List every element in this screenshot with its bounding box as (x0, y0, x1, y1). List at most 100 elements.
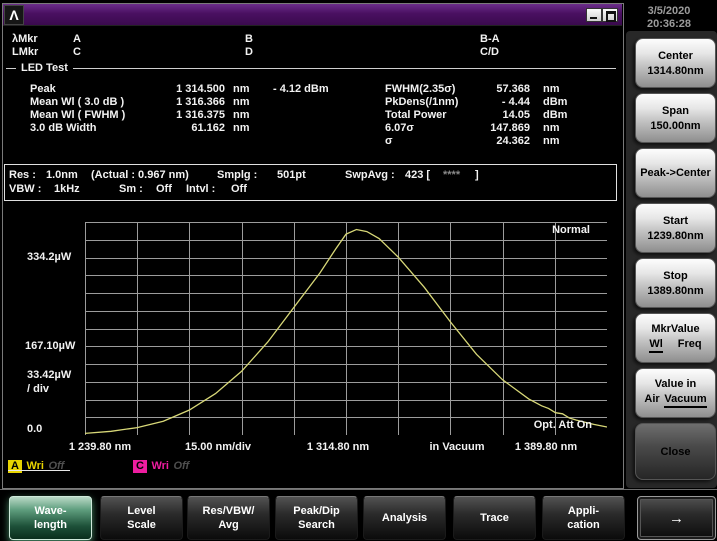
softkey-label: Center (636, 50, 715, 62)
wavelength-marker-row-label: λMkr (12, 33, 38, 45)
measurement-value: 147.869 (445, 122, 530, 134)
marker-cd-label: C/D (480, 46, 499, 58)
softkey-toggle-row: Wl Freq (636, 338, 715, 353)
marker-b-label[interactable]: B (245, 33, 253, 45)
menu-trace-button[interactable]: Trace (453, 496, 536, 540)
measurement-unit: nm (543, 83, 560, 95)
swpavg-label: SwpAvg : (345, 169, 395, 181)
anritsu-logo-icon: Λ (4, 5, 24, 25)
marker-a-label[interactable]: A (73, 33, 81, 45)
measurement-unit: nm (233, 96, 250, 108)
softkey-toggle-row: Air Vacuum (636, 393, 715, 408)
trace-a-badge: A (8, 460, 22, 473)
marker-c-label[interactable]: C (73, 46, 81, 58)
trace-c-mode: Wri (151, 460, 169, 472)
menu-analysis-button[interactable]: Analysis (363, 496, 446, 540)
measurement-value: 1 316.366 (125, 96, 225, 108)
menu-button-label2: Search (276, 519, 357, 531)
measurement-row: FWHM(2.35σ)57.368nm (385, 83, 620, 96)
swpavg-bracket: ] (475, 169, 479, 181)
measurement-label: 3.0 dB Width (30, 122, 97, 134)
measurement-row: Peak1 314.500nm- 4.12 dBm (30, 83, 390, 96)
mkr-value-button[interactable]: MkrValue Wl Freq (635, 313, 716, 363)
menu-button-label2: Scale (101, 519, 182, 531)
measurement-label: Mean Wl ( FWHM ) (30, 109, 125, 121)
measurement-row: Total Power14.05 dBm (385, 109, 620, 122)
measurement-row: 6.07σ147.869nm (385, 122, 620, 135)
start-button[interactable]: Start1239.80nm (635, 203, 716, 253)
res-label: Res : (9, 169, 36, 181)
measurement-value: 14.05 (445, 109, 530, 121)
next-menu-arrow-icon: → (638, 510, 715, 527)
menu-button-label: Appli- (543, 505, 624, 517)
smplg-value: 501pt (277, 169, 306, 181)
menu-wavelength-button[interactable]: Wave-length (9, 496, 92, 540)
x-axis-label-start: 1 239.80 nm (69, 441, 131, 453)
menu-button-label: Res/VBW/ (188, 505, 269, 517)
menu-button-label: Trace (454, 512, 535, 524)
y-axis-label-zero: 0.0 (27, 423, 42, 435)
measurement-value: 61.162 (125, 122, 225, 134)
title-bar (3, 4, 622, 26)
measurement-unit: nm (233, 83, 250, 95)
trace-c-status[interactable]: C Wri Off (133, 456, 189, 474)
stop-button[interactable]: Stop1389.80nm (635, 258, 716, 308)
intvl-value: Off (231, 183, 247, 195)
measurement-label: σ (385, 135, 393, 147)
swpavg-progress: **** (443, 169, 460, 181)
center-button[interactable]: Center1314.80nm (635, 38, 716, 88)
softkey-value: 1389.80nm (636, 285, 715, 297)
value-in-button[interactable]: Value in Air Vacuum (635, 368, 716, 418)
datetime-display: 3/5/2020 20:36:28 (628, 5, 710, 31)
measurement-row: Mean Wl ( FWHM )1 316.375 nm (30, 109, 390, 122)
date-label: 3/5/2020 (628, 5, 710, 18)
trace-a-status[interactable]: A Wri Off (8, 456, 64, 474)
measurement-label: Total Power (385, 109, 447, 121)
section-divider-line (6, 68, 616, 69)
measurement-row: 3.0 dB Width61.162nm (30, 122, 390, 135)
measurement-value: 1 316.375 (125, 109, 225, 121)
softkey-label: MkrValue (636, 323, 715, 335)
measurement-unit: nm (233, 109, 250, 121)
peak-to-center-button[interactable]: Peak->Center (635, 148, 716, 198)
trace-c-badge: C (133, 460, 147, 473)
menu-application-button[interactable]: Appli-cation (542, 496, 625, 540)
softkey-value: 1239.80nm (636, 230, 715, 242)
span-button[interactable]: Span150.00nm (635, 93, 716, 143)
softkey-label: Close (636, 446, 715, 458)
menu-res-vbw-avg-button[interactable]: Res/VBW/Avg (187, 496, 270, 540)
softkey-value: 150.00nm (636, 120, 715, 132)
sweep-settings-box: Res : 1.0nm (Actual : 0.967 nm) Smplg : … (4, 164, 617, 201)
menu-button-label2: cation (543, 519, 624, 531)
menu-level-scale-button[interactable]: Level Scale (100, 496, 183, 540)
measurement-row: PkDens(/1nm)- 4.44dBm (385, 96, 620, 109)
measurement-unit: nm (543, 135, 560, 147)
minimize-button[interactable] (586, 8, 602, 22)
y-axis-label-per-div2: / div (27, 383, 49, 395)
menu-next-menu-button[interactable]: → (637, 496, 716, 540)
value-in-option-air[interactable]: Air (644, 393, 659, 408)
y-axis-label-10div: 334.2µW (27, 251, 71, 263)
trace-mode-label: Normal (552, 224, 590, 236)
measurement-row: Mean Wl ( 3.0 dB )1 316.366nm (30, 96, 390, 109)
menu-peak-dip-search-button[interactable]: Peak/DipSearch (275, 496, 358, 540)
vbw-label: VBW : (9, 183, 41, 195)
intvl-label: Intvl : (186, 183, 215, 195)
mkr-value-option-freq[interactable]: Freq (678, 338, 702, 353)
bottom-menu-divider (0, 489, 717, 490)
res-value: 1.0nm (46, 169, 78, 181)
menu-button-label: Level (101, 505, 182, 517)
spectrum-plot-svg (85, 222, 607, 435)
value-in-option-vacuum[interactable]: Vacuum (664, 393, 706, 408)
measurement-unit: dBm (543, 96, 567, 108)
measurement-unit: dBm (543, 109, 567, 121)
softkey-label: Value in (636, 378, 715, 390)
mkr-value-option-wl[interactable]: Wl (649, 338, 662, 353)
measurement-block-left: Peak1 314.500nm- 4.12 dBmMean Wl ( 3.0 d… (30, 83, 390, 138)
swpavg-value: 423 [ (405, 169, 430, 181)
measurement-value: 1 314.500 (125, 83, 225, 95)
marker-d-label[interactable]: D (245, 46, 253, 58)
close-button[interactable]: Close (635, 423, 716, 480)
maximize-button[interactable] (602, 8, 618, 22)
menu-button-label2: length (10, 519, 91, 531)
